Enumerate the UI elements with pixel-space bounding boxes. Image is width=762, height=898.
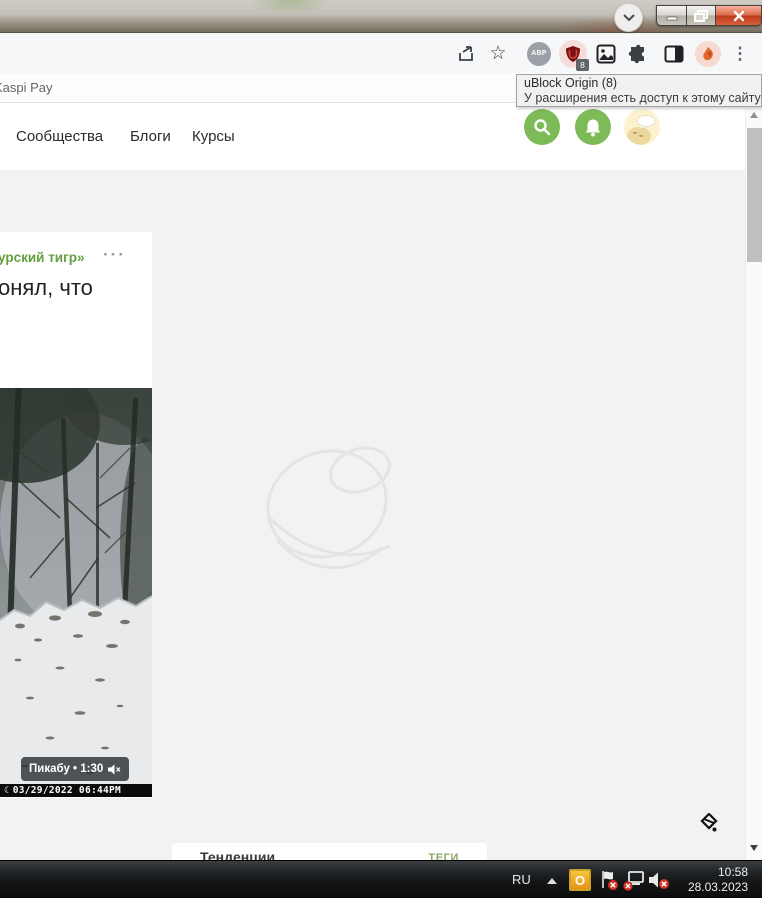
- language-indicator[interactable]: RU: [512, 872, 531, 887]
- ublock-badge: 8: [576, 58, 589, 71]
- clock-date: 28.03.2023: [687, 880, 748, 894]
- browser-toolbar: ☆ ABP 8 ⋮: [0, 34, 762, 73]
- browser-menu-button[interactable]: ⋮: [729, 34, 751, 73]
- volume-muted-icon[interactable]: [647, 869, 669, 891]
- image-icon: [596, 44, 616, 63]
- extension-orange-button[interactable]: [693, 34, 723, 73]
- bookmark-star-button[interactable]: ☆: [486, 34, 510, 73]
- screen: ☆ ABP 8 ⋮ aspi Pay Сообщества Блоги Курс…: [0, 0, 762, 898]
- muted-speaker-icon: [108, 764, 121, 774]
- community-link[interactable]: урский тигр»: [0, 250, 84, 265]
- tray-app-icon[interactable]: O: [569, 869, 591, 891]
- side-panel-button[interactable]: [661, 34, 687, 73]
- show-hidden-icons-button[interactable]: [547, 878, 557, 884]
- camera-timestamp: 03/29/2022 06:44PM: [12, 785, 122, 796]
- kebab-menu-icon: ⋮: [731, 43, 749, 63]
- window-titlebar: [0, 0, 762, 33]
- restore-icon: [694, 9, 708, 22]
- network-status-icon[interactable]: [622, 869, 644, 891]
- nav-item-communities[interactable]: Сообщества: [16, 128, 103, 145]
- post-title: онял, что: [0, 275, 93, 300]
- video-info-pill: Пикабу • 1:30: [21, 757, 130, 781]
- pikabu-loading-logo: [266, 446, 391, 569]
- scroll-thumb[interactable]: [747, 128, 762, 262]
- tooltip-title: uBlock Origin (8): [524, 76, 618, 90]
- extension-ublock-button[interactable]: 8: [558, 34, 589, 73]
- share-button[interactable]: [453, 34, 479, 73]
- chevron-down-icon: [623, 14, 635, 22]
- ublock-shield-icon: 8: [559, 39, 589, 71]
- profile-avatar-button[interactable]: [624, 109, 660, 145]
- site-header: Сообщества Блоги Курсы: [0, 103, 745, 170]
- ink-cursor-icon: [700, 813, 718, 832]
- scroll-down-button[interactable]: [750, 845, 758, 851]
- extensions-puzzle-button[interactable]: [625, 34, 651, 73]
- bell-icon: [585, 119, 601, 136]
- clock-time: 10:58: [717, 865, 748, 879]
- taskbar-clock[interactable]: 10:58 28.03.2023: [688, 865, 748, 895]
- tooltip-message: У расширения есть доступ к этому сайту: [524, 91, 761, 105]
- close-icon: [733, 10, 744, 21]
- avatar: [624, 109, 660, 145]
- nav-item-courses[interactable]: Курсы: [192, 128, 235, 145]
- action-center-flag-icon[interactable]: [598, 869, 620, 891]
- collapse-toolbar-button[interactable]: [614, 3, 643, 32]
- extension-abp-button[interactable]: ABP: [526, 34, 552, 73]
- notifications-button[interactable]: [575, 109, 611, 145]
- search-button[interactable]: [524, 109, 560, 145]
- nav-item-blogs[interactable]: Блоги: [130, 128, 171, 145]
- video-player[interactable]: Пикабу • 1:30 ☾ 03/29/2022 06:44PM: [0, 388, 152, 797]
- scrollbar[interactable]: [745, 103, 762, 860]
- moon-phase-icon: ☾: [4, 785, 10, 796]
- video-thumbnail: [0, 388, 152, 785]
- minimize-button[interactable]: [656, 5, 686, 26]
- extension-image-button[interactable]: [593, 34, 619, 73]
- post-more-button[interactable]: ···: [103, 245, 126, 265]
- window-controls: [656, 5, 762, 26]
- search-icon: [534, 119, 551, 136]
- bookmark-item-kaspi-pay[interactable]: Kaspi Pay: [0, 80, 53, 95]
- post-card: урский тигр» ··· онял, что Пикабу • 1:30…: [0, 232, 152, 798]
- video-watermark: Пикабу • 1:30: [29, 763, 104, 775]
- minimize-icon: [666, 16, 677, 20]
- side-panel-icon: [664, 45, 684, 62]
- puzzle-icon: [628, 44, 644, 63]
- star-icon: ☆: [489, 43, 507, 64]
- taskbar: RU O 10:58 28.03.2023: [0, 860, 762, 898]
- scroll-up-button[interactable]: [750, 112, 758, 118]
- camera-timestamp-bar: ☾ 03/29/2022 06:44PM: [0, 784, 152, 797]
- abp-icon: ABP: [527, 41, 551, 66]
- share-icon: [459, 45, 473, 61]
- maximize-button[interactable]: [686, 5, 716, 26]
- extension-tooltip: uBlock Origin (8) У расширения есть дост…: [516, 74, 762, 107]
- flame-extension-icon: [695, 40, 721, 67]
- close-button[interactable]: [716, 5, 762, 26]
